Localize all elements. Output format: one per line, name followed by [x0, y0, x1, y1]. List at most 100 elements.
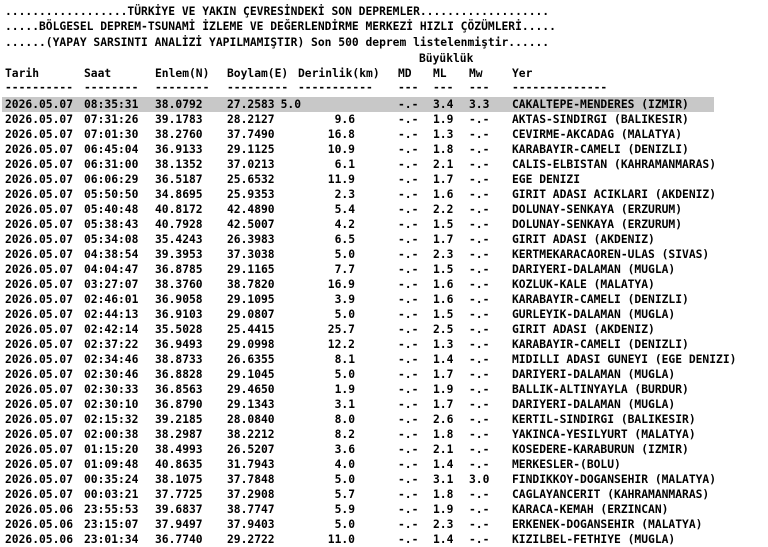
cell-longitude: 27.2583	[227, 98, 275, 111]
cell-md: -.-	[398, 533, 419, 546]
table-row[interactable]: 2026.05.07 02:46:01 36.9058 29.1095 3.9 -.- 1.…	[0, 292, 768, 307]
cell-mw: -.-	[469, 143, 490, 156]
magnitude-group-label: Büyüklük	[419, 52, 474, 65]
cell-place: DARIYERI-DALAMAN (MUGLA)	[512, 398, 676, 411]
cell-longitude: 26.3983	[227, 233, 275, 246]
table-row[interactable]: 2026.05.06 23:15:07 37.9497 37.9403 5.0 -.- 2.…	[0, 517, 768, 532]
cell-depth: 1.9	[334, 383, 355, 396]
cell-longitude: 29.0807	[227, 308, 275, 321]
table-row[interactable]: 2026.05.07 07:01:30 38.2760 37.7490 16.8 -.- 1…	[0, 127, 768, 142]
table-row[interactable]: 2026.05.07 05:38:43 40.7928 42.5007 4.2 -.- 1.…	[0, 217, 768, 232]
table-row[interactable]: 2026.05.07 02:34:46 38.8733 26.6355 8.1 -.- 1.…	[0, 352, 768, 367]
table-row[interactable]: 2026.05.07 03:27:07 38.3760 38.7820 16.9 -.- 1…	[0, 277, 768, 292]
table-row[interactable]: 2026.05.07 00:35:24 38.1075 37.7848 5.0 -.- 3.…	[0, 472, 768, 487]
table-row[interactable]: 2026.05.07 06:45:04 36.9133 29.1125 10.9 -.- 1…	[0, 142, 768, 157]
table-row[interactable]: 2026.05.07 02:37:22 36.9493 29.0998 12.2 -.- 1…	[0, 337, 768, 352]
cell-mw: -.-	[469, 188, 490, 201]
cell-depth: 2.3	[334, 188, 355, 201]
cell-time: 02:15:32	[84, 413, 139, 426]
cell-longitude: 29.0998	[227, 338, 275, 351]
column-header-md: MD	[398, 67, 412, 80]
cell-longitude: 28.2127	[227, 113, 275, 126]
table-row[interactable]: 2026.05.07 02:42:14 35.5028 25.4415 25.7 -.- 2…	[0, 322, 768, 337]
cell-longitude: 37.3038	[227, 248, 275, 261]
cell-ml: 2.3	[433, 248, 454, 261]
cell-md: -.-	[398, 323, 419, 336]
cell-md: -.-	[398, 473, 419, 486]
separator-yer: --------------	[512, 81, 608, 94]
cell-date: 2026.05.07	[5, 293, 74, 306]
cell-latitude: 36.9058	[155, 293, 203, 306]
cell-md: -.-	[398, 428, 419, 441]
cell-place: CEVIRME-AKCADAG (MALATYA)	[512, 128, 683, 141]
cell-longitude: 42.5007	[227, 218, 275, 231]
cell-date: 2026.05.07	[5, 458, 74, 471]
table-row[interactable]: 2026.05.07 01:15:20 38.4993 26.5207 3.6 -.- 2.…	[0, 442, 768, 457]
cell-latitude: 39.6837	[155, 503, 203, 516]
table-row[interactable]: 2026.05.07 04:38:54 39.3953 37.3038 5.0 -.- 2.…	[0, 247, 768, 262]
cell-md: -.-	[398, 413, 419, 426]
table-row[interactable]: 2026.05.07 02:30:10 36.8790 29.1343 3.1 -.- 1.…	[0, 397, 768, 412]
header-note-line: ......(YAPAY SARSINTI ANALİZİ YAPILMAMIŞ…	[5, 36, 550, 49]
cell-depth: 4.0	[334, 458, 355, 471]
cell-date: 2026.05.07	[5, 323, 74, 336]
table-row[interactable]: 2026.05.07 07:31:26 39.1783 28.2127 9.6 -.- 1.…	[0, 112, 768, 127]
cell-place: KOZLUK-KALE (MALATYA)	[512, 278, 655, 291]
table-row[interactable]: 2026.05.07 02:30:46 36.8828 29.1045 5.0 -.- 1.…	[0, 367, 768, 382]
column-header-row: Tarih Saat Enlem(N) Boylam(E) Derinlik(k…	[0, 66, 768, 81]
cell-depth: 6.1	[334, 158, 355, 171]
cell-mw: -.-	[469, 203, 490, 216]
cell-latitude: 39.1783	[155, 113, 203, 126]
cell-ml: 2.2	[433, 203, 454, 216]
table-row[interactable]: 2026.05.07 06:31:00 38.1352 37.0213 6.1 -.- 2.…	[0, 157, 768, 172]
cell-latitude: 40.8172	[155, 203, 203, 216]
cell-depth: 7.7	[334, 263, 355, 276]
cell-longitude: 29.4650	[227, 383, 275, 396]
cell-longitude: 38.7747	[227, 503, 275, 516]
cell-place: GIRIT ADASI ACIKLARI (AKDENIZ)	[512, 188, 717, 201]
cell-depth: 16.8	[327, 128, 355, 141]
cell-depth: 5.0	[334, 308, 355, 321]
cell-longitude: 25.4415	[227, 323, 275, 336]
separator-boylam: ---------	[227, 81, 289, 94]
cell-ml: 1.6	[433, 293, 454, 306]
column-separator-row: ---------- -------- -------- --------- -…	[0, 80, 768, 95]
cell-date: 2026.05.07	[5, 218, 74, 231]
table-row[interactable]: 2026.05.07 00:03:21 37.7725 37.2908 5.7 -.- 1.…	[0, 487, 768, 502]
cell-depth: 5.0	[280, 98, 301, 111]
cell-time: 07:31:26	[84, 113, 139, 126]
cell-depth: 8.2	[334, 428, 355, 441]
cell-ml: 3.1	[433, 473, 454, 486]
cell-md: -.-	[398, 503, 419, 516]
cell-longitude: 37.2908	[227, 488, 275, 501]
cell-date: 2026.05.07	[5, 383, 74, 396]
table-row[interactable]: 2026.05.07 02:44:13 36.9103 29.0807 5.0 -.- 1.…	[0, 307, 768, 322]
table-row[interactable]: 2026.05.07 05:40:48 40.8172 42.4890 5.4 -.- 2.…	[0, 202, 768, 217]
table-row[interactable]: 2026.05.07 05:34:08 35.4243 26.3983 6.5 -.- 1.…	[0, 232, 768, 247]
cell-time: 05:50:50	[84, 188, 139, 201]
cell-depth: 8.0	[334, 413, 355, 426]
cell-place: KOSEDERE-KARABURUN (IZMIR)	[512, 443, 689, 456]
table-row[interactable]: 2026.05.07 02:15:32 39.2185 28.0840 8.0 -.- 2.…	[0, 412, 768, 427]
table-row[interactable]: 2026.05.07 04:04:47 36.8785 29.1165 7.7 -.- 1.…	[0, 262, 768, 277]
cell-depth: 5.0	[334, 368, 355, 381]
cell-depth: 5.0	[334, 248, 355, 261]
cell-place: CALIS-ELBISTAN (KAHRAMANMARAS)	[512, 158, 717, 171]
table-row[interactable]: 2026.05.07 06:06:29 36.5187 25.6532 11.9 -.- 1…	[0, 172, 768, 187]
table-row[interactable]: 2026.05.07 01:09:48 40.8635 31.7943 4.0 -.- 1.…	[0, 457, 768, 472]
cell-mw: -.-	[469, 293, 490, 306]
table-row[interactable]: 2026.05.07 05:50:50 34.8695 25.9353 2.3 -.- 1.…	[0, 187, 768, 202]
cell-md: -.-	[398, 218, 419, 231]
table-row[interactable]: 2026.05.06 23:01:34 36.7740 29.2722 11.0 -.- 1…	[0, 532, 768, 547]
cell-depth: 12.2	[327, 338, 355, 351]
table-row[interactable]: 2026.05.07 02:00:38 38.2987 38.2212 8.2 -.- 1.…	[0, 427, 768, 442]
cell-date: 2026.05.07	[5, 173, 74, 186]
table-row[interactable]: 2026.05.07 08:35:31 38.0792 27.2583 5.0 -.- 3.…	[2, 97, 714, 112]
cell-place: GIRIT ADASI (AKDENIZ)	[512, 233, 655, 246]
table-row[interactable]: 2026.05.06 23:55:53 39.6837 38.7747 5.9 -.- 1.…	[0, 502, 768, 517]
table-row[interactable]: 2026.05.07 02:30:33 36.8563 29.4650 1.9 -.- 1.…	[0, 382, 768, 397]
cell-mw: -.-	[469, 353, 490, 366]
cell-md: -.-	[398, 188, 419, 201]
cell-ml: 1.7	[433, 173, 454, 186]
cell-latitude: 38.1075	[155, 473, 203, 486]
